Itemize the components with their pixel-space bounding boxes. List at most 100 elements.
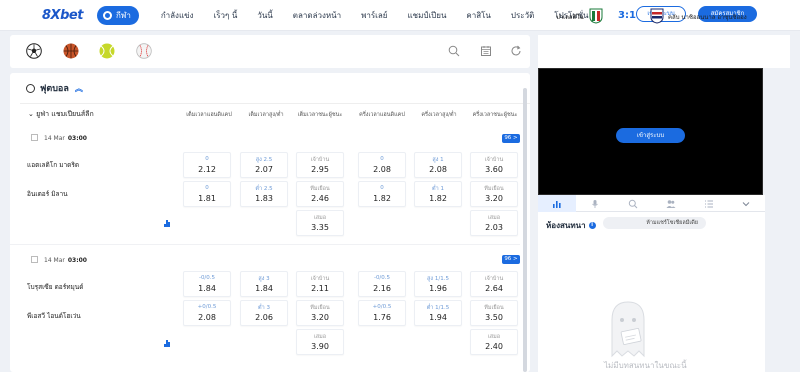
odds-line: ต่ำ 1 [432, 186, 444, 192]
home-crest-icon [589, 8, 603, 24]
odds-cell[interactable]: ทีมเยือน 3.20 [296, 300, 344, 326]
odds-value: 1.82 [429, 194, 447, 203]
nav-item-today[interactable]: วันนี้ [257, 9, 272, 22]
odds-line: เสมอ [487, 334, 501, 340]
tennis-icon[interactable] [99, 43, 115, 59]
odds-cell[interactable]: 0 2.12 [183, 152, 231, 178]
odds-cell[interactable]: 0 2.08 [358, 152, 406, 178]
favorite-checkbox[interactable] [31, 134, 38, 141]
odds-cell[interactable]: สูง 2.5 2.07 [240, 152, 288, 178]
stats-icon[interactable] [164, 340, 170, 347]
odds-value: 2.95 [311, 165, 329, 174]
odds-cell[interactable]: ทีมเยือน 3.50 [470, 300, 518, 326]
odds-cell-draw[interactable]: เสมอ 2.40 [470, 329, 518, 355]
odds-cell[interactable]: +0/0.5 1.76 [358, 300, 406, 326]
more-markets-badge[interactable]: 96 > [502, 134, 520, 143]
odds-value: 1.81 [198, 194, 216, 203]
scrollbar[interactable] [523, 88, 527, 372]
search-icon[interactable] [448, 45, 460, 57]
odds-cell[interactable]: ต่ำ 2.5 1.83 [240, 181, 288, 207]
odds-cell[interactable]: ต่ำ 1 1.82 [414, 181, 462, 207]
odds-cell[interactable]: 0 1.82 [358, 181, 406, 207]
nav-item-early-market[interactable]: ตลาดล่วงหน้า [293, 9, 341, 22]
odds-cell[interactable]: สูง 1/1.5 1.96 [414, 271, 462, 297]
tab-stats[interactable] [538, 195, 576, 212]
odds-value: 2.12 [198, 165, 216, 174]
odds-cell[interactable]: ทีมเยือน 2.46 [296, 181, 344, 207]
odds-line: เจ้าบ้าน [484, 157, 504, 163]
odds-cell[interactable]: สูง 1 2.08 [414, 152, 462, 178]
odds-cell[interactable]: เจ้าบ้าน 3.60 [470, 152, 518, 178]
calendar-icon[interactable] [480, 45, 492, 57]
soccer-icon [26, 83, 35, 93]
away-crest-icon [650, 8, 664, 24]
match-divider [10, 244, 520, 245]
odds-cell[interactable]: 0 1.81 [183, 181, 231, 207]
odds-cell[interactable]: ทีมเยือน 3.20 [470, 181, 518, 207]
match-time: 03:00 [67, 135, 87, 142]
section-header[interactable]: ฟุตบอล ︽ [26, 81, 83, 95]
odds-cell[interactable]: ต่ำ 3 2.06 [240, 300, 288, 326]
match-time: 03:00 [67, 257, 87, 264]
odds-cell[interactable]: ต่ำ 1/1.5 1.94 [414, 300, 462, 326]
odds-cell[interactable]: เจ้าบ้าน 2.11 [296, 271, 344, 297]
odds-line: 0 [205, 156, 209, 162]
stats-icon[interactable] [164, 220, 170, 227]
soccer-icon[interactable] [26, 43, 42, 59]
odds-cell-draw[interactable]: เสมอ 3.35 [296, 210, 344, 236]
info-icon[interactable]: i [588, 222, 596, 229]
odds-line: สูง 1 [432, 157, 444, 163]
nav-item-parlay[interactable]: พาร์เลย์ [361, 9, 387, 22]
bar-chart-icon [553, 200, 561, 208]
odds-value: 3.50 [485, 313, 503, 322]
odds-line: เสมอ [487, 215, 501, 221]
tab-lineup[interactable] [652, 195, 690, 212]
odds-cell[interactable]: -0/0.5 2.16 [358, 271, 406, 297]
odds-cell-draw[interactable]: เสมอ 2.03 [470, 210, 518, 236]
odds-cell[interactable]: -0/0.5 1.84 [183, 271, 231, 297]
nav-item-casino[interactable]: คาสิโน [466, 9, 491, 22]
refresh-icon[interactable] [510, 45, 522, 57]
list-icon [705, 200, 713, 207]
odds-value: 3.35 [311, 223, 329, 232]
tab-expand[interactable] [727, 195, 765, 212]
magnifier-icon [628, 199, 638, 208]
odds-cell-draw[interactable]: เสมอ 3.90 [296, 329, 344, 355]
tab-search[interactable] [614, 195, 652, 212]
odds-cell[interactable]: เจ้าบ้าน 2.95 [296, 152, 344, 178]
odds-cell[interactable]: สูง 3 1.84 [240, 271, 288, 297]
collapse-icon[interactable]: ︽ [75, 83, 83, 94]
nav-item-history[interactable]: ประวัติ [511, 9, 534, 22]
league-label: ยูฟ่า แชมเปียนส์ลีก [36, 110, 94, 118]
video-login-button[interactable]: เข้าสู่ระบบ [616, 128, 685, 143]
brand-logo[interactable]: 8Xbet [42, 8, 83, 23]
odds-line: +0/0.5 [372, 304, 392, 310]
baseball-icon[interactable] [136, 43, 152, 59]
nav-item-sports[interactable]: กีฬา [97, 5, 139, 25]
column-header-ht-over-under: ครึ่งเวลาสูง/ต่ำ [421, 112, 457, 118]
nav-item-live[interactable]: กำลังแข่ง [161, 9, 194, 22]
basketball-icon[interactable] [63, 43, 79, 59]
favorite-checkbox[interactable] [31, 256, 38, 263]
odds-line: -0/0.5 [198, 275, 216, 281]
match-date: 14 Mar 03:00 [31, 134, 87, 142]
chat-input[interactable]: ห้ามแชร์โซเชียลมีเดีย [603, 217, 706, 229]
chat-empty-message: ไม่มีบทสนทนาในขณะนี้ [604, 361, 687, 370]
tab-list[interactable] [690, 195, 728, 212]
live-scoreboard [538, 35, 790, 68]
microphone-icon [592, 199, 598, 208]
nav-item-outright[interactable]: แชมป์เปียน [408, 9, 447, 22]
odds-cell[interactable]: +0/0.5 2.08 [183, 300, 231, 326]
away-team: พีเอสวี ไอนด์โฮเว่น [27, 312, 81, 320]
tab-commentary[interactable] [576, 195, 614, 212]
users-icon [666, 199, 676, 208]
odds-value: 2.08 [429, 165, 447, 174]
odds-line: +0/0.5 [197, 304, 217, 310]
column-header-ft-handicap: เต็มเวลาแฮนดิแคป [186, 112, 232, 118]
odds-cell[interactable]: เจ้าบ้าน 2.64 [470, 271, 518, 297]
more-markets-badge[interactable]: 96 > [502, 255, 520, 264]
odds-value: 2.03 [485, 223, 503, 232]
odds-line: 0 [380, 185, 384, 191]
odds-value: 1.84 [198, 284, 216, 293]
nav-item-upcoming[interactable]: เร็วๆ นี้ [214, 9, 238, 22]
